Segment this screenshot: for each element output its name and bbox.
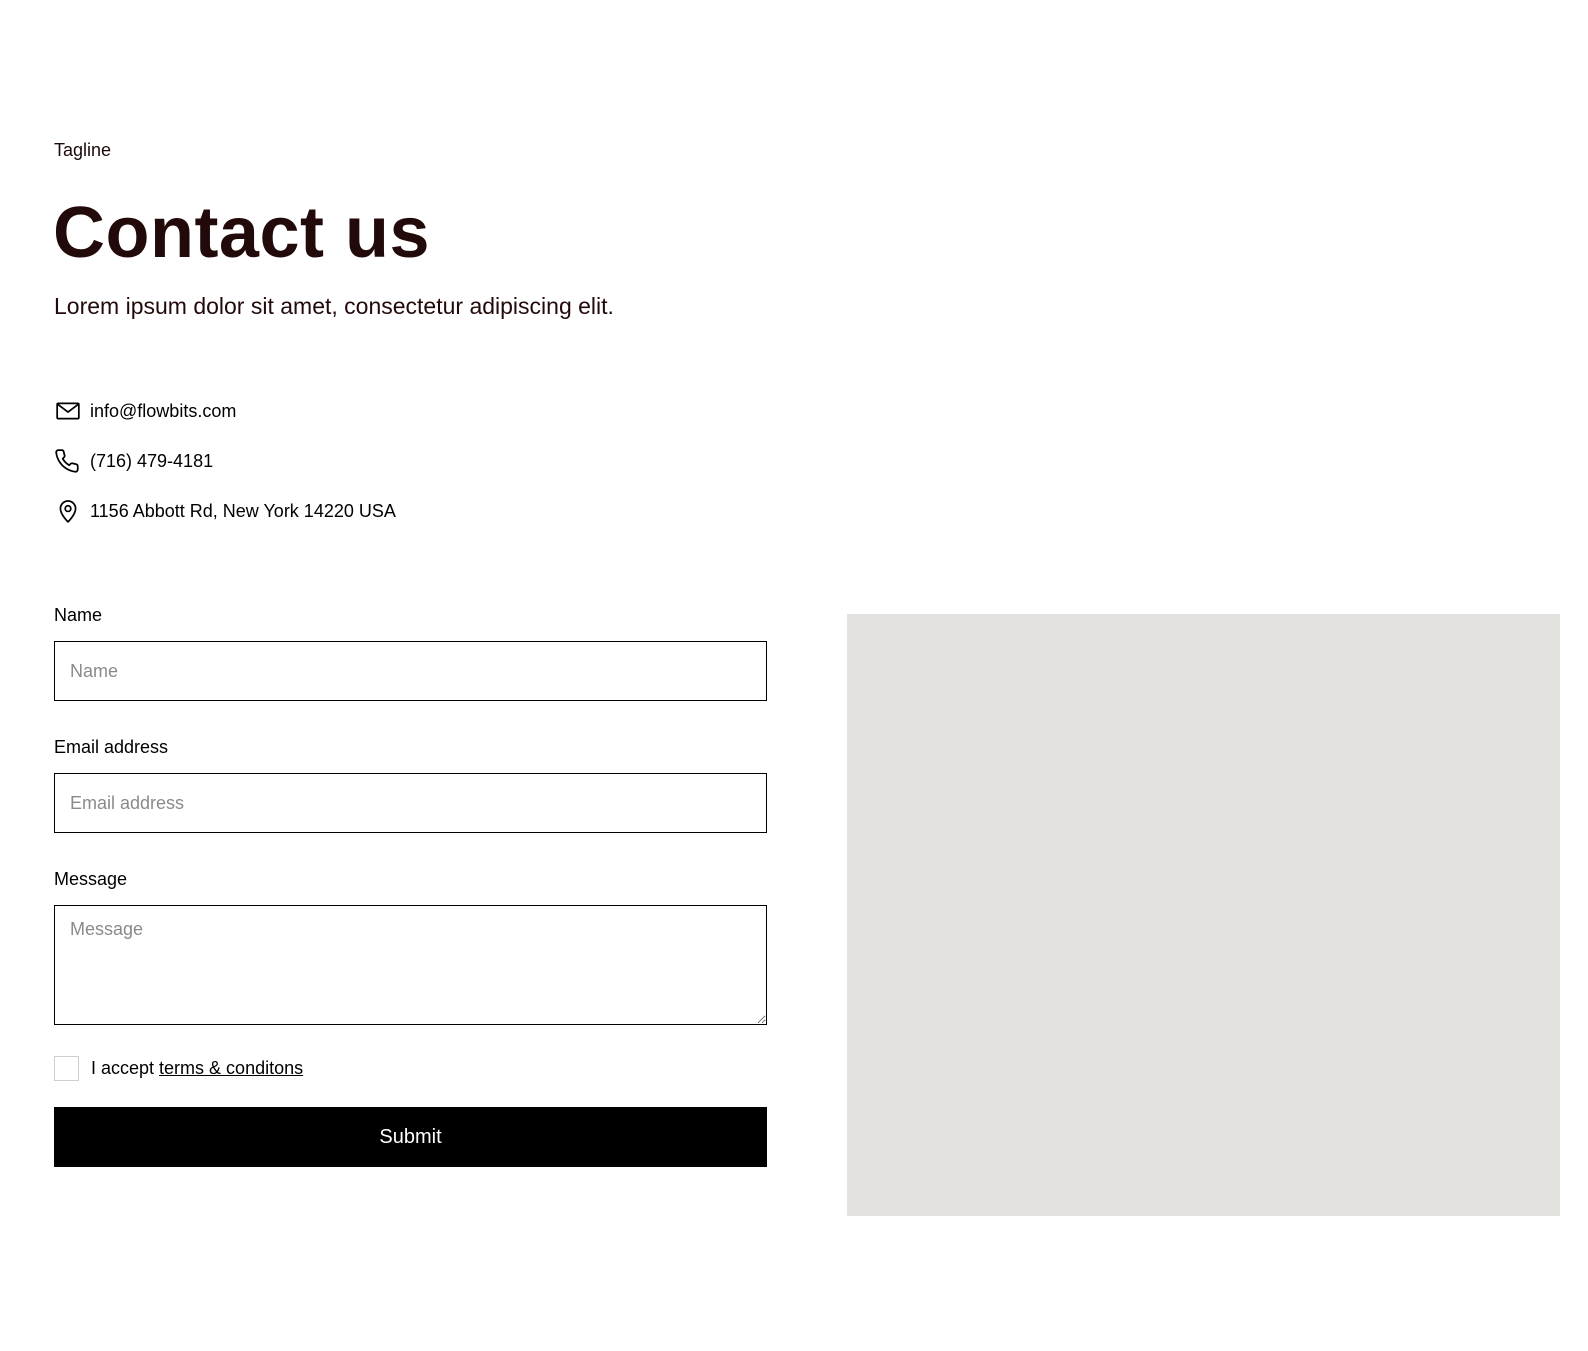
contact-email-row[interactable]: info@flowbits.com bbox=[54, 398, 654, 424]
message-group: Message bbox=[54, 868, 767, 1025]
name-label: Name bbox=[54, 605, 103, 625]
contact-address-row: 1156 Abbott Rd, New York 14220 USA bbox=[54, 498, 654, 524]
name-input[interactable] bbox=[54, 641, 767, 701]
page-subtitle: Lorem ipsum dolor sit amet, consectetur … bbox=[54, 293, 614, 319]
submit-button[interactable]: Submit bbox=[54, 1107, 767, 1167]
terms-row: I accept terms & conditons bbox=[54, 1055, 767, 1081]
phone-icon bbox=[54, 447, 82, 475]
contact-phone[interactable]: (716) 479-4181 bbox=[90, 450, 213, 472]
email-group: Email address bbox=[54, 736, 767, 833]
contact-phone-row[interactable]: (716) 479-4181 bbox=[54, 448, 654, 474]
name-group: Name bbox=[54, 604, 767, 701]
mail-icon bbox=[54, 397, 82, 425]
contact-page: Tagline Contact us Lorem ipsum dolor sit… bbox=[0, 0, 1588, 1351]
tagline: Tagline bbox=[54, 140, 112, 160]
page-title: Contact us bbox=[53, 193, 431, 273]
image-placeholder bbox=[847, 614, 1560, 1216]
contact-info-list: info@flowbits.com (716) 479-4181 1156 Ab… bbox=[54, 398, 654, 548]
terms-prefix: I accept bbox=[91, 1057, 155, 1078]
email-label: Email address bbox=[54, 737, 169, 757]
contact-form: Name Email address Message I accept term… bbox=[54, 604, 767, 1167]
message-textarea[interactable] bbox=[54, 905, 767, 1025]
contact-email[interactable]: info@flowbits.com bbox=[90, 400, 236, 422]
map-pin-icon bbox=[54, 497, 82, 525]
email-input[interactable] bbox=[54, 773, 767, 833]
message-label: Message bbox=[54, 869, 128, 889]
terms-checkbox[interactable] bbox=[54, 1055, 79, 1081]
terms-link[interactable]: terms & conditons bbox=[159, 1058, 303, 1079]
contact-address: 1156 Abbott Rd, New York 14220 USA bbox=[90, 501, 396, 521]
